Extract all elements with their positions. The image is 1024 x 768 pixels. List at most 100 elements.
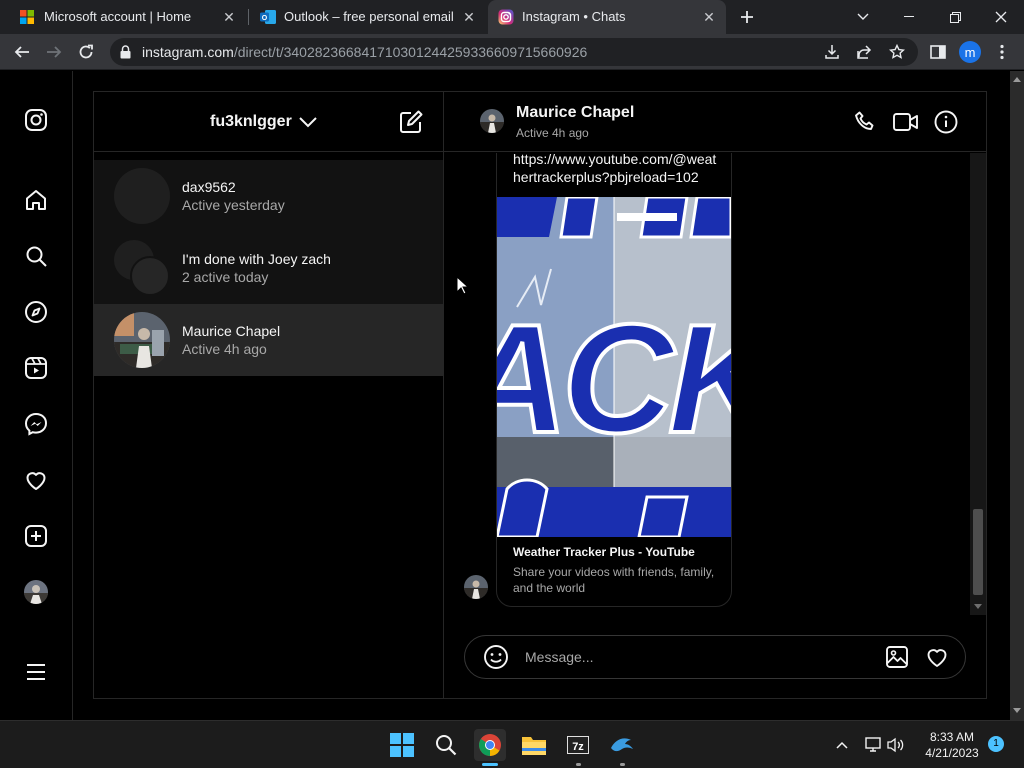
profile-avatar-icon[interactable] — [22, 578, 50, 606]
back-button[interactable] — [8, 38, 36, 66]
share-icon[interactable] — [856, 44, 872, 60]
instagram-logo-icon[interactable] — [22, 106, 50, 134]
heart-icon[interactable] — [22, 466, 50, 494]
thread-name: I'm done with Joey zach — [182, 251, 331, 267]
explore-compass-icon[interactable] — [22, 298, 50, 326]
arrow-left-icon — [14, 46, 29, 58]
chat-column: Maurice Chapel Active 4h ago https://www… — [444, 92, 986, 698]
message-scrollbar[interactable] — [970, 153, 986, 615]
emoji-button[interactable] — [483, 644, 509, 670]
new-message-button[interactable] — [398, 109, 424, 135]
dolphin-app-button[interactable] — [606, 729, 638, 761]
more-menu-icon[interactable] — [22, 658, 50, 686]
chevron-up-icon — [836, 741, 848, 749]
tab-close-icon[interactable]: ✕ — [220, 8, 238, 26]
close-window-button[interactable] — [978, 0, 1024, 34]
messenger-icon[interactable] — [22, 410, 50, 438]
file-explorer-button[interactable] — [518, 729, 550, 761]
message-composer — [464, 635, 966, 679]
link-preview-thumbnail[interactable]: ACK — [497, 197, 731, 537]
avatar — [114, 168, 170, 224]
scroll-down-arrow-icon[interactable] — [974, 604, 982, 610]
page-scrollbar[interactable] — [1010, 71, 1024, 720]
taskbar-search-button[interactable] — [430, 729, 462, 761]
inbox-header: fu3knlgger — [94, 92, 443, 152]
group-avatar — [114, 240, 170, 296]
scrollbar-thumb[interactable] — [973, 509, 983, 595]
tab-instagram[interactable]: Instagram • Chats ✕ — [488, 0, 726, 34]
close-icon — [995, 11, 1007, 23]
tab-title: Outlook – free personal email and calend… — [284, 9, 454, 24]
reels-icon[interactable] — [22, 354, 50, 382]
message-input[interactable] — [525, 644, 865, 670]
dolphin-icon — [611, 738, 633, 752]
account-switcher[interactable]: fu3knlgger — [204, 106, 334, 138]
address-bar[interactable]: instagram.com/direct/t/34028236684171030… — [110, 38, 918, 66]
tab-microsoft-account[interactable]: Microsoft account | Home ✕ — [8, 0, 246, 34]
minimize-button[interactable] — [886, 0, 932, 34]
create-plus-icon[interactable] — [22, 522, 50, 550]
clock-date: 4/21/2023 — [925, 746, 979, 760]
scroll-down-arrow-icon[interactable] — [1013, 708, 1021, 714]
thread-status: 2 active today — [182, 269, 269, 285]
browser-menu-button[interactable] — [988, 38, 1016, 66]
app-running-indicator — [576, 763, 581, 766]
windows-taskbar: 7z 8:33 AM 4/21/2023 — [0, 720, 1024, 768]
restore-button[interactable] — [932, 0, 978, 34]
tab-close-icon[interactable]: ✕ — [700, 8, 718, 26]
search-icon — [436, 735, 457, 756]
audio-call-button[interactable] — [852, 109, 878, 135]
forward-button[interactable] — [40, 38, 68, 66]
search-icon[interactable] — [22, 242, 50, 270]
tab-close-icon[interactable]: ✕ — [460, 8, 478, 26]
volume-button[interactable] — [880, 729, 912, 761]
thread-item-dax9562[interactable]: dax9562 Active yesterday — [94, 160, 443, 232]
svg-text:O: O — [262, 15, 268, 22]
conversation-info-button[interactable] — [933, 109, 959, 135]
tab-search-button[interactable] — [840, 0, 886, 34]
tab-outlook[interactable]: O Outlook – free personal email and cale… — [250, 0, 486, 34]
minimize-icon — [904, 16, 914, 17]
reload-button[interactable] — [72, 38, 100, 66]
sender-avatar[interactable] — [464, 575, 488, 599]
peer-avatar[interactable] — [480, 109, 504, 133]
avatar — [114, 312, 170, 368]
link-card-title[interactable]: Weather Tracker Plus - YouTube — [513, 545, 695, 559]
side-panel-button[interactable] — [924, 38, 952, 66]
heart-icon — [927, 649, 947, 667]
browser-tab-strip: Microsoft account | Home ✕ O Outlook – f… — [0, 0, 1024, 34]
shared-link-url[interactable]: https://www.youtube.com/@weathertrackerp… — [513, 153, 723, 186]
tab-title: Instagram • Chats — [522, 9, 626, 24]
video-camera-icon — [893, 113, 918, 131]
video-call-button[interactable] — [893, 109, 919, 135]
side-panel-icon — [930, 45, 946, 59]
install-app-icon[interactable] — [824, 44, 840, 60]
arrow-right-icon — [47, 46, 62, 58]
start-button[interactable] — [386, 729, 418, 761]
chrome-taskbar-button[interactable] — [474, 729, 506, 761]
notification-badge[interactable]: 1 — [988, 736, 1004, 752]
system-clock[interactable]: 8:33 AM 4/21/2023 — [916, 729, 988, 761]
add-photo-button[interactable] — [885, 645, 911, 671]
new-tab-button[interactable] — [734, 5, 760, 29]
restore-icon — [949, 11, 961, 23]
message-list[interactable]: https://www.youtube.com/@weathertrackerp… — [444, 153, 970, 615]
star-icon[interactable] — [889, 44, 905, 60]
thread-item-group[interactable]: I'm done with Joey zach 2 active today — [94, 232, 443, 304]
browser-toolbar: instagram.com/direct/t/34028236684171030… — [0, 34, 1024, 70]
folder-icon — [522, 737, 546, 755]
like-button[interactable] — [925, 645, 951, 671]
home-icon[interactable] — [22, 186, 50, 214]
7zip-icon: 7z — [567, 736, 589, 754]
show-hidden-icons-button[interactable] — [826, 729, 858, 761]
instagram-main: fu3knlgger dax9562 Active yesterday I'm … — [73, 71, 1010, 720]
7zip-button[interactable]: 7z — [562, 729, 594, 761]
shared-link-message[interactable]: https://www.youtube.com/@weathertrackerp… — [496, 153, 732, 607]
thumbnail-lettering: ACK — [497, 292, 731, 465]
profile-avatar[interactable]: m — [959, 41, 981, 63]
account-username: fu3knlgger — [210, 113, 292, 130]
thread-item-maurice-chapel[interactable]: Maurice Chapel Active 4h ago — [94, 304, 443, 376]
mouse-cursor-icon — [456, 276, 468, 295]
peer-name[interactable]: Maurice Chapel — [516, 104, 634, 122]
scroll-up-arrow-icon[interactable] — [1013, 76, 1021, 82]
